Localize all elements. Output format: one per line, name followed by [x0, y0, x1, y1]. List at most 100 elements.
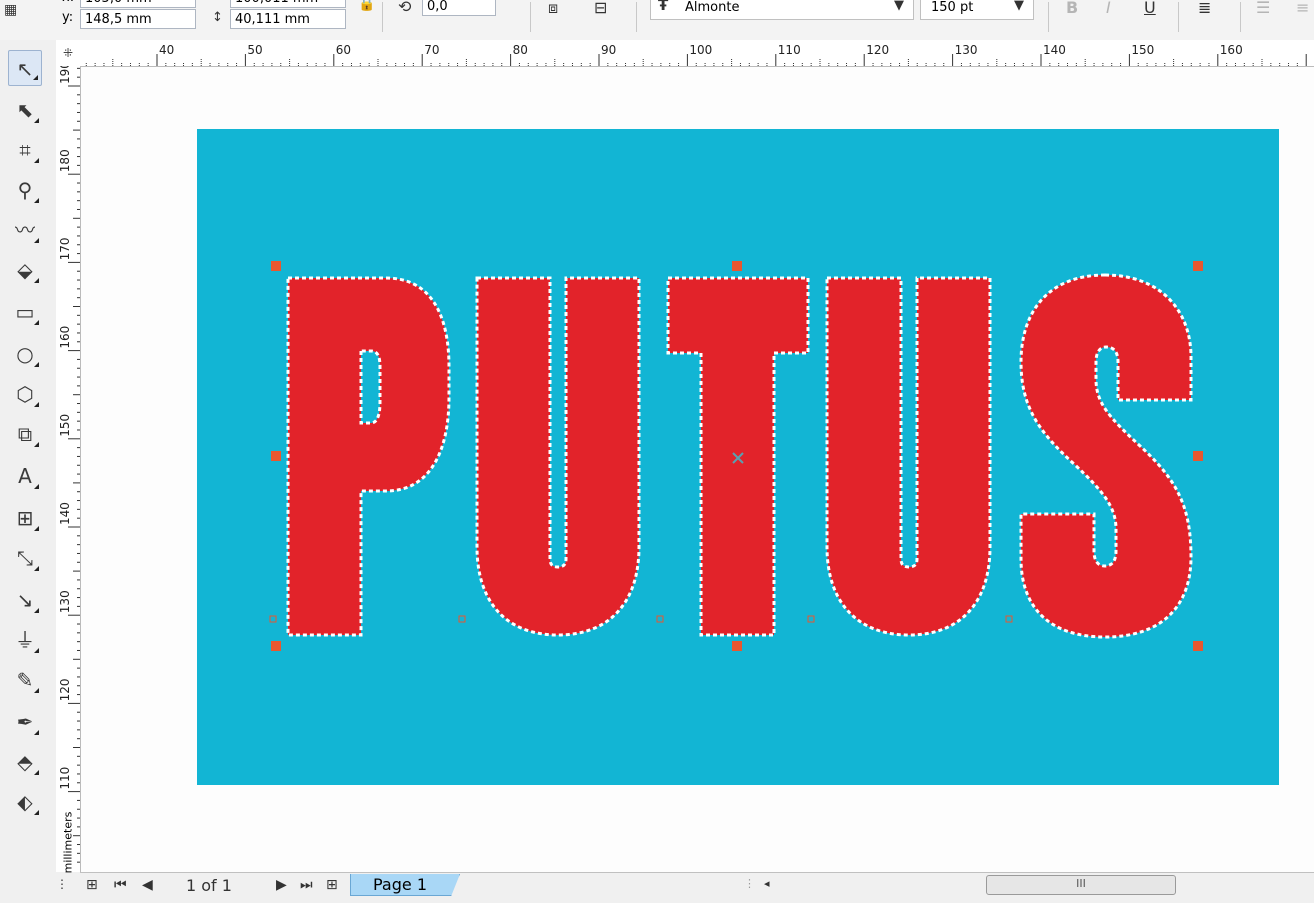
selection-handle[interactable]: [1193, 451, 1203, 461]
ruler-bottom-icon: ⋮: [56, 877, 68, 891]
y-label: y:: [62, 10, 74, 25]
selection-handle[interactable]: [271, 451, 281, 461]
blend-tool-icon[interactable]: ⏚: [8, 622, 42, 658]
vertical-ruler[interactable]: 190 180 170 160 150 140 130 120 110 millimeters: [56, 66, 81, 873]
previous-page-icon[interactable]: ◀: [142, 877, 153, 893]
ruler-tick-label: 110: [58, 767, 72, 790]
degree-icon: °: [506, 0, 512, 6]
font-list-dropdown[interactable]: Almonte: [650, 0, 914, 20]
drop-cap-icon[interactable]: ≡: [1296, 0, 1309, 17]
rotation-field[interactable]: 0,0: [422, 0, 496, 16]
last-page-icon[interactable]: ⏭: [300, 877, 313, 893]
horizontal-ruler-ticks: 40 50 60 70 80 90 100 110 120 130 140 150 160: [85, 43, 1307, 66]
ruler-tick-label: 140: [58, 502, 72, 525]
ruler-tick-label: 150: [58, 414, 72, 437]
ruler-tick-label: 160: [1220, 43, 1243, 57]
toolbox: ↖ ⬉ ⌗ ⚲ 〰 ⬙ ▭ ○ ⬡ ⧉ A ⊞ ⤡ ↘ ⏚ ✎ ✒ ⬘ ⬖: [0, 40, 49, 902]
ellipse-tool-icon[interactable]: ○: [8, 336, 42, 372]
bold-icon[interactable]: B: [1066, 0, 1078, 17]
first-page-icon[interactable]: ⏮: [114, 877, 127, 893]
vertical-ruler-ticks: 190 180 170 160 150 140 130 120 110: [58, 66, 80, 863]
interactive-fill-tool-icon[interactable]: ⬖: [8, 784, 42, 820]
horizontal-scrollbar-thumb[interactable]: III: [986, 875, 1176, 895]
ruler-tick-label: 120: [866, 43, 889, 57]
smart-fill-tool-icon[interactable]: ⬙: [8, 252, 42, 288]
font-size-arrow-icon[interactable]: ▼: [1014, 0, 1024, 13]
freehand-tool-icon[interactable]: 〰: [8, 212, 42, 248]
dimension-tool-icon[interactable]: ⤡: [8, 540, 42, 576]
ruler-tick-label: 100: [689, 43, 712, 57]
page-navigator: ⋮ ⊞ ⏮ ◀ 1 of 1 ▶ ⏭ ⊞ Page 1 ⋮ ◂ III: [56, 872, 1314, 903]
ruler-origin-icon[interactable]: ⁜: [56, 40, 81, 67]
ruler-tick-label: 160: [58, 326, 72, 349]
add-page-after-icon[interactable]: ⊞: [326, 877, 338, 893]
text-tool-icon[interactable]: A: [8, 458, 42, 494]
shape-tool-icon[interactable]: ⬉: [8, 92, 42, 128]
font-size-value: 150 pt: [931, 0, 974, 15]
object-origin-icon[interactable]: ▦: [4, 2, 17, 18]
ruler-tick-label: 170: [58, 237, 72, 260]
selection-handle[interactable]: [1193, 641, 1203, 651]
selection-handle[interactable]: [732, 261, 742, 271]
property-bar: ▦ x: 105,0 mm y: 148,5 mm ↔ 100,011 mm ↕…: [0, 0, 1314, 41]
ruler-tick-label: 180: [58, 149, 72, 172]
selection-handle[interactable]: [271, 641, 281, 651]
ruler-tick-label: 60: [336, 43, 351, 57]
ruler-tick-label: 90: [601, 43, 616, 57]
selection-handle[interactable]: [732, 641, 742, 651]
horizontal-ruler[interactable]: 40 50 60 70 80 90 100 110 120 130 140 150 160: [80, 40, 1314, 67]
toolbox-edge: [48, 40, 56, 902]
bullet-list-icon[interactable]: ☰: [1256, 0, 1270, 17]
basic-shapes-tool-icon[interactable]: ⧉: [8, 416, 42, 452]
scroll-left-icon[interactable]: ◂: [764, 877, 770, 890]
next-page-icon[interactable]: ▶: [276, 877, 287, 893]
mirror-horizontal-icon[interactable]: ⧈: [548, 0, 558, 18]
zoom-tool-icon[interactable]: ⚲: [8, 172, 42, 208]
y-position-field[interactable]: 148,5 mm: [80, 9, 196, 29]
rotate-icon: ⟲: [398, 0, 412, 16]
height-icon: ↕: [212, 10, 223, 25]
width-field[interactable]: 100,011 mm: [230, 0, 346, 8]
mirror-vertical-icon[interactable]: ⊟: [594, 0, 607, 17]
ruler-tick-label: 140: [1043, 43, 1066, 57]
height-field[interactable]: 40,111 mm: [230, 9, 346, 29]
polygon-tool-icon[interactable]: ⬡: [8, 376, 42, 412]
ruler-tick-label: 80: [513, 43, 528, 57]
text-align-icon[interactable]: ≣: [1198, 0, 1211, 17]
outline-pen-tool-icon[interactable]: ✒: [8, 704, 42, 740]
font-type-icon: Ŧ: [658, 0, 669, 14]
ruler-tick-label: 110: [778, 43, 801, 57]
crop-tool-icon[interactable]: ⌗: [8, 132, 42, 168]
ruler-tick-label: 130: [955, 43, 978, 57]
ruler-tick-label: 120: [58, 678, 72, 701]
pick-tool-icon[interactable]: ↖: [8, 50, 42, 86]
ruler-tick-label: 190: [58, 66, 72, 84]
artwork: [197, 129, 1279, 785]
ruler-tick-label: 70: [424, 43, 439, 57]
drawing-canvas[interactable]: [81, 67, 1314, 872]
ruler-tick-label: 130: [58, 590, 72, 613]
rectangle-tool-icon[interactable]: ▭: [8, 294, 42, 330]
connector-tool-icon[interactable]: ↘: [8, 582, 42, 618]
ruler-tick-label: 40: [159, 43, 174, 57]
eyedropper-tool-icon[interactable]: ✎: [8, 662, 42, 698]
selection-handle[interactable]: [1193, 261, 1203, 271]
lock-ratio-icon[interactable]: 🔒: [358, 0, 375, 12]
ruler-tick-label: 50: [247, 43, 262, 57]
ruler-tick-label: 150: [1131, 43, 1154, 57]
table-tool-icon[interactable]: ⊞: [8, 500, 42, 536]
selection-handle[interactable]: [271, 261, 281, 271]
add-page-before-icon[interactable]: ⊞: [86, 877, 98, 893]
scroll-splitter-icon[interactable]: ⋮: [744, 877, 755, 890]
italic-icon[interactable]: I: [1106, 0, 1111, 17]
ruler-unit-label: millimeters: [61, 811, 75, 874]
font-dropdown-arrow-icon[interactable]: ▼: [894, 0, 904, 13]
tab-page-1[interactable]: Page 1: [350, 874, 460, 896]
page-count: 1 of 1: [186, 876, 232, 895]
underline-icon[interactable]: U: [1144, 0, 1156, 17]
width-icon: ↔: [212, 0, 223, 3]
font-name: Almonte: [685, 0, 740, 15]
x-label: x:: [62, 0, 74, 5]
x-position-field[interactable]: 105,0 mm: [80, 0, 196, 8]
fill-tool-icon[interactable]: ⬘: [8, 744, 42, 780]
